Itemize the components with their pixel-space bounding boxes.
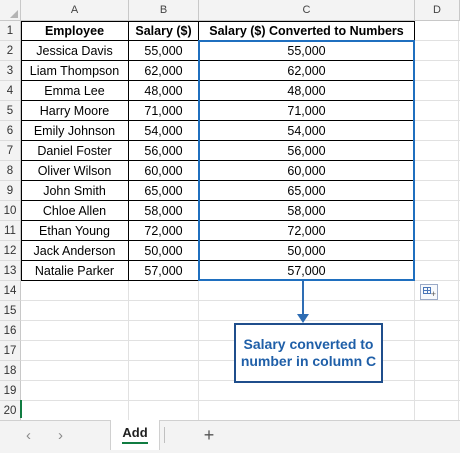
table-cell[interactable]: Daniel Foster xyxy=(21,141,129,161)
table-cell[interactable]: 58,000 xyxy=(199,201,415,221)
row-header-20[interactable]: 20 xyxy=(0,401,21,421)
row-header-8[interactable]: 8 xyxy=(0,161,21,181)
table-cell[interactable]: 50,000 xyxy=(129,241,199,261)
table-cell[interactable]: 60,000 xyxy=(129,161,199,181)
table-cell[interactable]: 50,000 xyxy=(199,241,415,261)
gridline-horizontal xyxy=(21,320,460,321)
table-cell[interactable]: 48,000 xyxy=(129,81,199,101)
column-header-d[interactable]: D xyxy=(415,0,460,21)
table-cell[interactable]: Emma Lee xyxy=(21,81,129,101)
next-sheet-icon[interactable]: › xyxy=(58,426,63,446)
table-cell[interactable]: 55,000 xyxy=(129,41,199,61)
table-cell[interactable]: 72,000 xyxy=(199,221,415,241)
add-sheet-icon[interactable]: + xyxy=(200,423,218,447)
gridline-horizontal xyxy=(21,400,460,401)
sheet-tab-add[interactable]: Add xyxy=(110,420,160,450)
table-cell[interactable]: Liam Thompson xyxy=(21,61,129,81)
active-row-marker xyxy=(20,400,22,418)
table-cell[interactable]: 56,000 xyxy=(199,141,415,161)
row-header-17[interactable]: 17 xyxy=(0,341,21,361)
table-cell[interactable]: 65,000 xyxy=(199,181,415,201)
row-header-14[interactable]: 14 xyxy=(0,281,21,301)
prev-sheet-icon[interactable]: ‹ xyxy=(26,426,31,446)
table-cell[interactable]: 60,000 xyxy=(199,161,415,181)
table-cell[interactable]: Ethan Young xyxy=(21,221,129,241)
table-cell[interactable]: 71,000 xyxy=(199,101,415,121)
sheet-tab-bar: ‹ › Add + xyxy=(0,420,460,453)
annotation-text: Salary converted to number in column C xyxy=(240,336,377,369)
table-cell[interactable]: 72,000 xyxy=(129,221,199,241)
row-header-11[interactable]: 11 xyxy=(0,221,21,241)
table-cell[interactable]: 62,000 xyxy=(129,61,199,81)
table-header-cell[interactable]: Salary ($) xyxy=(129,21,199,41)
table-cell[interactable]: 65,000 xyxy=(129,181,199,201)
annotation-callout: Salary converted to number in column C xyxy=(234,323,383,383)
row-header-10[interactable]: 10 xyxy=(0,201,21,221)
row-header-18[interactable]: 18 xyxy=(0,361,21,381)
row-header-3[interactable]: 3 xyxy=(0,61,21,81)
spreadsheet-grid[interactable]: ABCD 1 2 3 4 5 6 7 8 9 10 11 12 13 14 15 16 17 18 19 20 Emp… xyxy=(0,0,460,421)
table-cell[interactable]: Jack Anderson xyxy=(21,241,129,261)
annotation-arrow-line xyxy=(302,281,304,317)
annotation-arrow-head-icon xyxy=(297,314,309,323)
row-header-2[interactable]: 2 xyxy=(0,41,21,61)
table-cell[interactable]: 56,000 xyxy=(129,141,199,161)
gridline-horizontal xyxy=(21,300,460,301)
table-cell[interactable]: 54,000 xyxy=(129,121,199,141)
table-cell[interactable]: 71,000 xyxy=(129,101,199,121)
row-header-4[interactable]: 4 xyxy=(0,81,21,101)
table-cell[interactable]: Chloe Allen xyxy=(21,201,129,221)
table-cell[interactable]: John Smith xyxy=(21,181,129,201)
select-all-corner[interactable] xyxy=(0,0,21,21)
table-cell[interactable]: Harry Moore xyxy=(21,101,129,121)
row-header-13[interactable]: 13 xyxy=(0,261,21,281)
table-cell[interactable]: 55,000 xyxy=(199,41,415,61)
column-header-b[interactable]: B xyxy=(129,0,199,21)
table-cell[interactable]: 48,000 xyxy=(199,81,415,101)
row-header-6[interactable]: 6 xyxy=(0,121,21,141)
row-header-1[interactable]: 1 xyxy=(0,21,21,41)
tab-separator xyxy=(164,427,165,443)
column-header-c[interactable]: C xyxy=(199,0,415,21)
row-header-12[interactable]: 12 xyxy=(0,241,21,261)
quick-analysis-plus-icon: + xyxy=(430,289,436,299)
table-cell[interactable]: Natalie Parker xyxy=(21,261,129,281)
table-cell[interactable]: 62,000 xyxy=(199,61,415,81)
table-cell[interactable]: 58,000 xyxy=(129,201,199,221)
row-header-7[interactable]: 7 xyxy=(0,141,21,161)
table-header-cell[interactable]: Employee xyxy=(21,21,129,41)
table-cell[interactable]: Oliver Wilson xyxy=(21,161,129,181)
row-header-15[interactable]: 15 xyxy=(0,301,21,321)
sheet-tab-label: Add xyxy=(122,425,148,444)
table-header-cell[interactable]: Salary ($) Converted to Numbers xyxy=(199,21,415,41)
row-header-16[interactable]: 16 xyxy=(0,321,21,341)
row-header-19[interactable]: 19 xyxy=(0,381,21,401)
select-all-triangle-icon xyxy=(10,10,18,18)
row-header-5[interactable]: 5 xyxy=(0,101,21,121)
row-header-9[interactable]: 9 xyxy=(0,181,21,201)
gridline-vertical xyxy=(458,21,459,421)
table-cell[interactable]: 57,000 xyxy=(129,261,199,281)
table-cell[interactable]: 54,000 xyxy=(199,121,415,141)
table-cell[interactable]: Jessica Davis xyxy=(21,41,129,61)
column-header-a[interactable]: A xyxy=(21,0,129,21)
quick-analysis-button[interactable]: + xyxy=(420,284,438,300)
table-cell[interactable]: 57,000 xyxy=(199,261,415,281)
table-cell[interactable]: Emily Johnson xyxy=(21,121,129,141)
